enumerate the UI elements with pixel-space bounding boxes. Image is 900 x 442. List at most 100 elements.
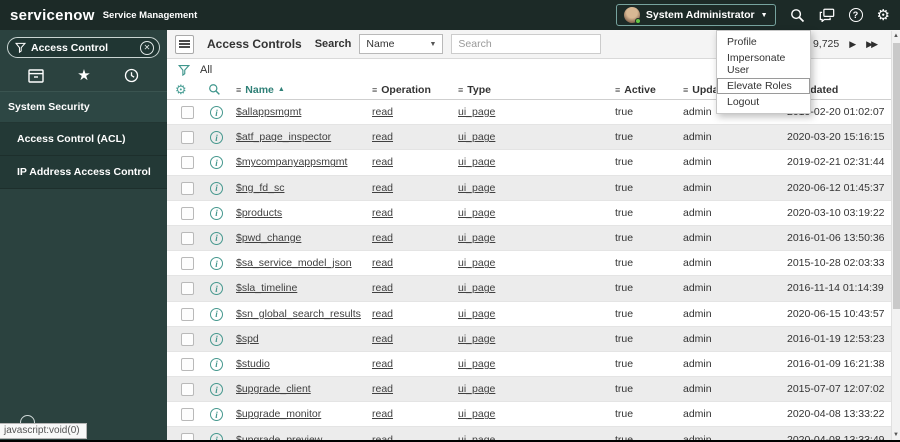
type-link[interactable]: ui_page: [458, 333, 495, 345]
record-link[interactable]: $sa_service_model_json: [236, 257, 352, 269]
row-checkbox[interactable]: [181, 131, 194, 145]
type-link[interactable]: ui_page: [458, 383, 495, 395]
breadcrumb-filter-icon[interactable]: [178, 64, 190, 76]
column-search-icon[interactable]: [208, 83, 221, 96]
type-link[interactable]: ui_page: [458, 106, 495, 118]
settings-gear-icon[interactable]: ⚙: [877, 8, 890, 23]
row-checkbox[interactable]: [181, 257, 194, 271]
nav-item-ip-address-access-control[interactable]: IP Address Access Control: [0, 156, 167, 189]
column-header-operation[interactable]: ≡ Operation: [372, 80, 431, 99]
row-checkbox[interactable]: [181, 383, 194, 397]
row-checkbox[interactable]: [181, 282, 194, 296]
operation-link[interactable]: read: [372, 106, 393, 118]
column-header-name[interactable]: ≡ Name ▲: [236, 80, 285, 99]
row-info-icon[interactable]: i: [210, 257, 223, 271]
record-link[interactable]: $upgrade_client: [236, 383, 311, 395]
operation-link[interactable]: read: [372, 383, 393, 395]
scrollbar-thumb[interactable]: [893, 43, 900, 309]
scroll-up-icon[interactable]: ▲: [892, 33, 900, 39]
connect-chat-icon[interactable]: [819, 8, 835, 22]
operation-link[interactable]: read: [372, 358, 393, 370]
record-link[interactable]: $pwd_change: [236, 232, 301, 244]
nav-item-access-control-acl[interactable]: Access Control (ACL): [0, 123, 167, 156]
user-menu-button[interactable]: System Administrator ▼: [615, 4, 776, 26]
operation-link[interactable]: read: [372, 308, 393, 320]
favorites-star-icon[interactable]: ★: [77, 68, 90, 83]
personalize-list-gear-icon[interactable]: ⚙: [175, 82, 187, 98]
row-info-icon[interactable]: i: [210, 408, 223, 422]
row-checkbox[interactable]: [181, 408, 194, 422]
history-clock-icon[interactable]: [124, 68, 139, 83]
operation-link[interactable]: read: [372, 257, 393, 269]
row-checkbox[interactable]: [181, 106, 194, 119]
type-link[interactable]: ui_page: [458, 308, 495, 320]
type-link[interactable]: ui_page: [458, 408, 495, 420]
type-link[interactable]: ui_page: [458, 232, 495, 244]
record-link[interactable]: $allappsmgmt: [236, 106, 301, 118]
all-applications-icon[interactable]: [28, 68, 45, 83]
row-info-icon[interactable]: i: [210, 106, 223, 119]
row-checkbox[interactable]: [181, 156, 194, 170]
operation-link[interactable]: read: [372, 408, 393, 420]
operation-link[interactable]: read: [372, 333, 393, 345]
last-page-button[interactable]: ▶▶: [866, 39, 878, 50]
record-link[interactable]: $mycompanyappsmgmt: [236, 156, 347, 168]
row-info-icon[interactable]: i: [210, 282, 223, 296]
row-checkbox[interactable]: [181, 307, 194, 321]
record-link[interactable]: $products: [236, 207, 282, 219]
row-info-icon[interactable]: i: [210, 357, 223, 371]
row-checkbox[interactable]: [181, 231, 194, 245]
row-info-icon[interactable]: i: [210, 131, 223, 145]
list-search-input[interactable]: [451, 34, 602, 54]
navigator-filter-input[interactable]: Access Control ✕: [7, 37, 160, 58]
row-checkbox[interactable]: [181, 332, 194, 346]
menu-item-impersonate-user[interactable]: Impersonate User: [717, 50, 810, 78]
type-link[interactable]: ui_page: [458, 156, 495, 168]
menu-item-elevate-roles[interactable]: Elevate Roles: [717, 78, 810, 94]
operation-link[interactable]: read: [372, 232, 393, 244]
type-link[interactable]: ui_page: [458, 207, 495, 219]
record-link[interactable]: $atf_page_inspector: [236, 131, 331, 143]
menu-item-logout[interactable]: Logout: [717, 94, 810, 110]
type-link[interactable]: ui_page: [458, 131, 495, 143]
type-link[interactable]: ui_page: [458, 358, 495, 370]
column-header-type[interactable]: ≡ Type: [458, 80, 491, 99]
vertical-scrollbar[interactable]: ▲ ▼: [891, 31, 900, 442]
row-info-icon[interactable]: i: [210, 156, 223, 170]
row-info-icon[interactable]: i: [210, 181, 223, 195]
operation-link[interactable]: read: [372, 182, 393, 194]
row-info-icon[interactable]: i: [210, 307, 223, 321]
operation-link[interactable]: read: [372, 156, 393, 168]
record-link[interactable]: $upgrade_monitor: [236, 408, 321, 420]
record-link[interactable]: $sn_global_search_results: [236, 308, 361, 320]
operation-link[interactable]: read: [372, 282, 393, 294]
list-context-menu-button[interactable]: [175, 34, 194, 54]
servicenow-logo: servicenow: [10, 6, 95, 24]
row-info-icon[interactable]: i: [210, 206, 223, 220]
next-page-button[interactable]: ▶: [849, 39, 856, 50]
help-icon[interactable]: ?: [848, 8, 863, 22]
record-link[interactable]: $studio: [236, 358, 270, 370]
menu-item-profile[interactable]: Profile: [717, 34, 810, 50]
operation-link[interactable]: read: [372, 131, 393, 143]
row-checkbox[interactable]: [181, 357, 194, 371]
row-checkbox[interactable]: [181, 181, 194, 195]
record-link[interactable]: $ng_fd_sc: [236, 182, 284, 194]
record-link[interactable]: $sla_timeline: [236, 282, 297, 294]
scroll-down-icon[interactable]: ▼: [892, 432, 900, 438]
operation-link[interactable]: read: [372, 207, 393, 219]
row-checkbox[interactable]: [181, 206, 194, 220]
row-info-icon[interactable]: i: [210, 332, 223, 346]
type-link[interactable]: ui_page: [458, 257, 495, 269]
clear-filter-icon[interactable]: ✕: [140, 40, 154, 55]
record-link[interactable]: $spd: [236, 333, 259, 345]
search-field-select[interactable]: Name ▼: [359, 34, 444, 54]
search-field-value: Name: [366, 38, 395, 50]
type-link[interactable]: ui_page: [458, 182, 495, 194]
breadcrumb-all-link[interactable]: All: [200, 64, 212, 76]
global-search-icon[interactable]: [790, 8, 805, 23]
row-info-icon[interactable]: i: [210, 231, 223, 245]
row-info-icon[interactable]: i: [210, 383, 223, 397]
type-link[interactable]: ui_page: [458, 282, 495, 294]
column-header-active[interactable]: ≡ Active: [615, 80, 656, 99]
